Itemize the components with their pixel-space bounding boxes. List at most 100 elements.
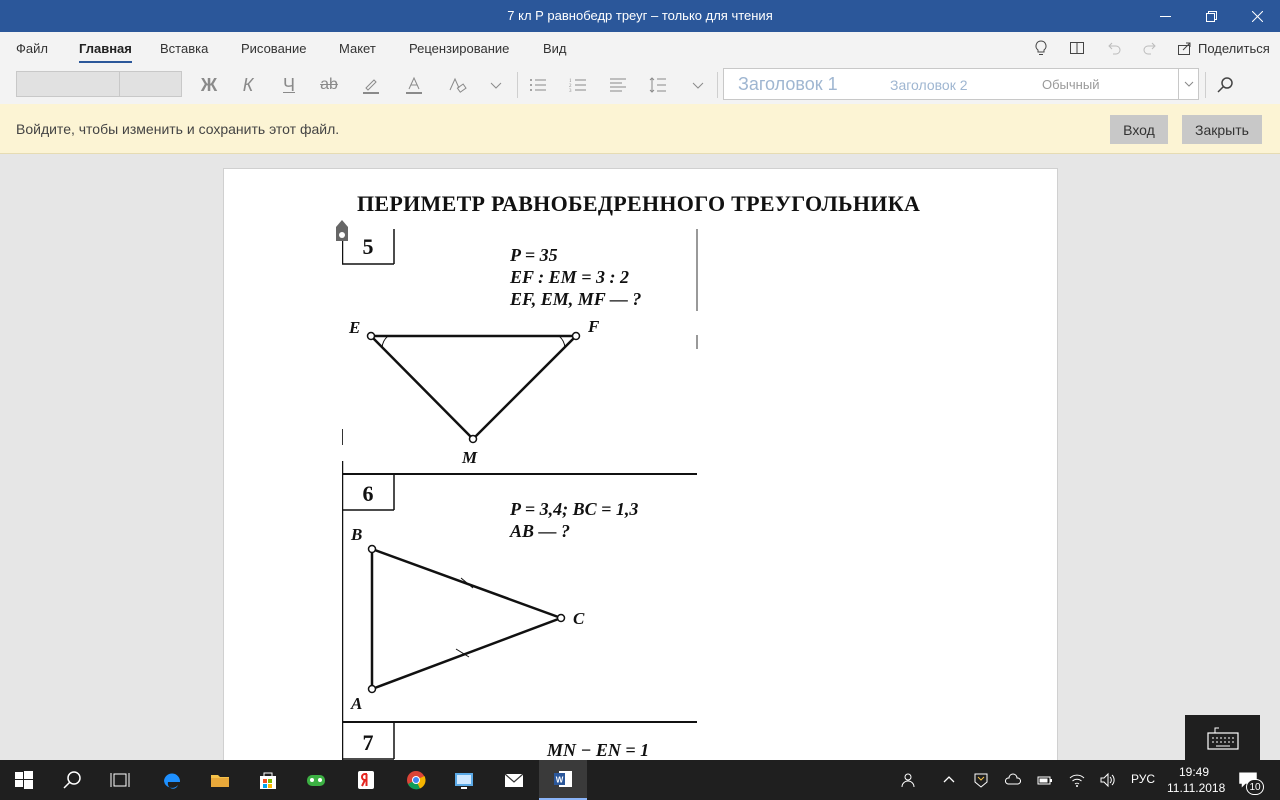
italic-button[interactable]: К xyxy=(235,72,261,98)
chevron-down-icon xyxy=(692,82,704,89)
vertex-point xyxy=(468,434,478,444)
line-spacing-button[interactable] xyxy=(645,72,671,98)
vertex-label: M xyxy=(461,448,478,467)
taskbar-yandex-browser[interactable] xyxy=(342,760,390,800)
battery-button[interactable] xyxy=(1037,772,1053,792)
vertex-point xyxy=(367,684,377,694)
info-message: Войдите, чтобы изменить и сохранить этот… xyxy=(16,121,340,137)
restore-icon xyxy=(1205,10,1217,22)
taskbar-mail[interactable] xyxy=(490,760,538,800)
toolbar-divider xyxy=(717,72,718,98)
underline-button[interactable]: Ч xyxy=(276,72,302,98)
redo-icon xyxy=(1143,42,1156,55)
store-bag-icon xyxy=(260,772,276,789)
vertex-label: F xyxy=(587,317,600,336)
cloud-icon xyxy=(1004,773,1022,785)
font-more-button[interactable] xyxy=(483,72,509,98)
sign-in-button[interactable]: Вход xyxy=(1110,115,1168,144)
chevron-down-icon xyxy=(490,82,502,89)
problem-line: AB — ? xyxy=(509,521,570,541)
close-infobar-button[interactable]: Закрыть xyxy=(1182,115,1262,144)
task-view-icon xyxy=(110,773,130,787)
paragraph-more-button[interactable] xyxy=(685,72,711,98)
people-button[interactable] xyxy=(901,772,917,792)
taskbar-word[interactable]: W xyxy=(539,760,587,800)
style-normal[interactable]: Обычный xyxy=(1042,77,1099,92)
bullets-button[interactable] xyxy=(525,72,551,98)
highlight-button[interactable] xyxy=(358,72,384,98)
show-hidden-icons-button[interactable] xyxy=(941,772,957,792)
svg-text:W: W xyxy=(556,776,564,785)
tab-insert[interactable]: Вставка xyxy=(160,41,208,56)
taskbar-photos[interactable] xyxy=(440,760,488,800)
styles-gallery: Заголовок 1 Заголовок 2 Обычный xyxy=(723,68,1199,100)
search-button[interactable] xyxy=(48,760,96,800)
close-window-button[interactable] xyxy=(1234,0,1280,32)
bold-button[interactable]: Ж xyxy=(196,72,222,98)
font-color-button[interactable] xyxy=(401,72,427,98)
start-button[interactable] xyxy=(0,760,48,800)
vertex-point xyxy=(367,544,377,554)
undo-button[interactable] xyxy=(1106,40,1122,60)
style-heading-2[interactable]: Заголовок 2 xyxy=(890,77,968,93)
speaker-icon xyxy=(1100,772,1115,788)
document-page[interactable]: ПЕРИМЕТР РАВНОБЕДРЕННОГО ТРЕУГОЛЬНИКА 5 … xyxy=(223,168,1058,760)
restore-button[interactable] xyxy=(1188,0,1234,32)
tray-app-icon[interactable] xyxy=(973,772,989,792)
tab-view[interactable]: Вид xyxy=(543,41,567,56)
taskbar-file-explorer[interactable] xyxy=(196,760,244,800)
clock-date[interactable]: 11.11.2018 xyxy=(1167,781,1225,795)
minimize-icon xyxy=(1159,15,1171,17)
line-spacing-icon xyxy=(649,77,666,93)
document-heading: ПЕРИМЕТР РАВНОБЕДРЕННОГО ТРЕУГОЛЬНИКА xyxy=(357,191,921,216)
task-view-button[interactable] xyxy=(96,760,144,800)
network-button[interactable] xyxy=(1069,772,1085,792)
onedrive-button[interactable] xyxy=(1004,772,1022,792)
lightbulb-button[interactable] xyxy=(1033,40,1049,60)
redo-button[interactable] xyxy=(1142,40,1158,60)
chevron-up-icon xyxy=(943,776,955,783)
volume-button[interactable] xyxy=(1099,772,1115,792)
vertex-label: C xyxy=(573,609,585,628)
vertex-label: E xyxy=(348,318,360,337)
font-size-box[interactable] xyxy=(120,71,182,97)
taskbar-store[interactable] xyxy=(244,760,292,800)
align-button[interactable] xyxy=(605,72,631,98)
align-left-icon xyxy=(610,78,626,92)
selection-handle[interactable] xyxy=(334,219,350,243)
strikethrough-button[interactable]: ab xyxy=(316,72,342,98)
share-button[interactable] xyxy=(1177,40,1193,60)
problem-line: EF, EM, MF — ? xyxy=(509,289,641,309)
find-button[interactable] xyxy=(1212,72,1238,98)
taskbar-chrome[interactable] xyxy=(392,760,440,800)
gamepad-icon xyxy=(307,775,325,786)
style-heading-1[interactable]: Заголовок 1 xyxy=(738,74,838,95)
monitor-icon xyxy=(455,773,473,789)
tab-file[interactable]: Файл xyxy=(16,41,48,56)
styles-dropdown-button[interactable] xyxy=(1178,69,1198,99)
tab-home[interactable]: Главная xyxy=(79,41,132,63)
minimize-button[interactable] xyxy=(1142,0,1188,32)
title-bar: 7 кл Р равнобедр треуг – только для чтен… xyxy=(0,0,1280,32)
document-area[interactable]: ПЕРИМЕТР РАВНОБЕДРЕННОГО ТРЕУГОЛЬНИКА 5 … xyxy=(0,154,1280,760)
share-icon xyxy=(1178,42,1191,55)
reading-mode-button[interactable] xyxy=(1069,40,1085,60)
numbering-button[interactable]: 123 xyxy=(565,72,591,98)
undo-icon xyxy=(1108,42,1121,55)
taskbar-games-app[interactable] xyxy=(292,760,340,800)
tab-review[interactable]: Рецензирование xyxy=(409,41,509,56)
clock-time[interactable]: 19:49 xyxy=(1179,765,1209,779)
wifi-icon xyxy=(1069,774,1085,787)
touch-keyboard-button[interactable] xyxy=(1185,715,1260,760)
font-name-box[interactable] xyxy=(16,71,120,97)
input-language[interactable]: РУС xyxy=(1131,772,1155,786)
tab-layout[interactable]: Макет xyxy=(339,41,376,56)
font-color-icon xyxy=(406,76,422,94)
clear-formatting-button[interactable] xyxy=(444,72,470,98)
clear-format-icon xyxy=(449,77,467,93)
edge-browser-icon xyxy=(164,773,181,789)
share-label[interactable]: Поделиться xyxy=(1198,41,1270,56)
taskbar-edge[interactable] xyxy=(148,760,196,800)
home-toolbar: Ж К Ч ab 123 Заголовок 1 Заголовок 2 Обы… xyxy=(0,66,1280,104)
tab-draw[interactable]: Рисование xyxy=(241,41,306,56)
